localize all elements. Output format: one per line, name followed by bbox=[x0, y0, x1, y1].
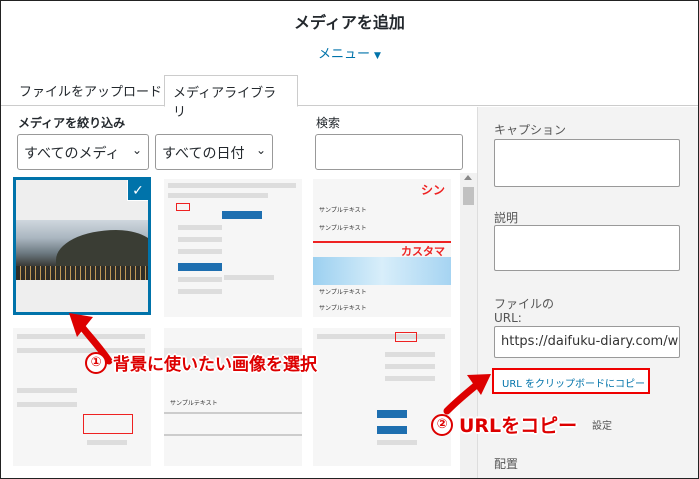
arrow-2-shaft bbox=[443, 379, 483, 415]
annotation-2-number: ② bbox=[431, 413, 453, 436]
annotation-2: ② URLをコピー bbox=[431, 411, 577, 438]
annotation-1: ① 背景に使いたい画像を選択 bbox=[85, 350, 317, 375]
media-modal: メディアを追加 メニュー ▼ ファイルをアップロード メディアライブラリ メディア… bbox=[0, 0, 699, 479]
annotation-1-text: 背景に使いたい画像を選択 bbox=[113, 355, 317, 375]
annotation-arrows bbox=[69, 313, 491, 415]
annotation-1-number: ① bbox=[85, 351, 107, 374]
annotation-2-text: URLをコピー bbox=[459, 415, 578, 437]
